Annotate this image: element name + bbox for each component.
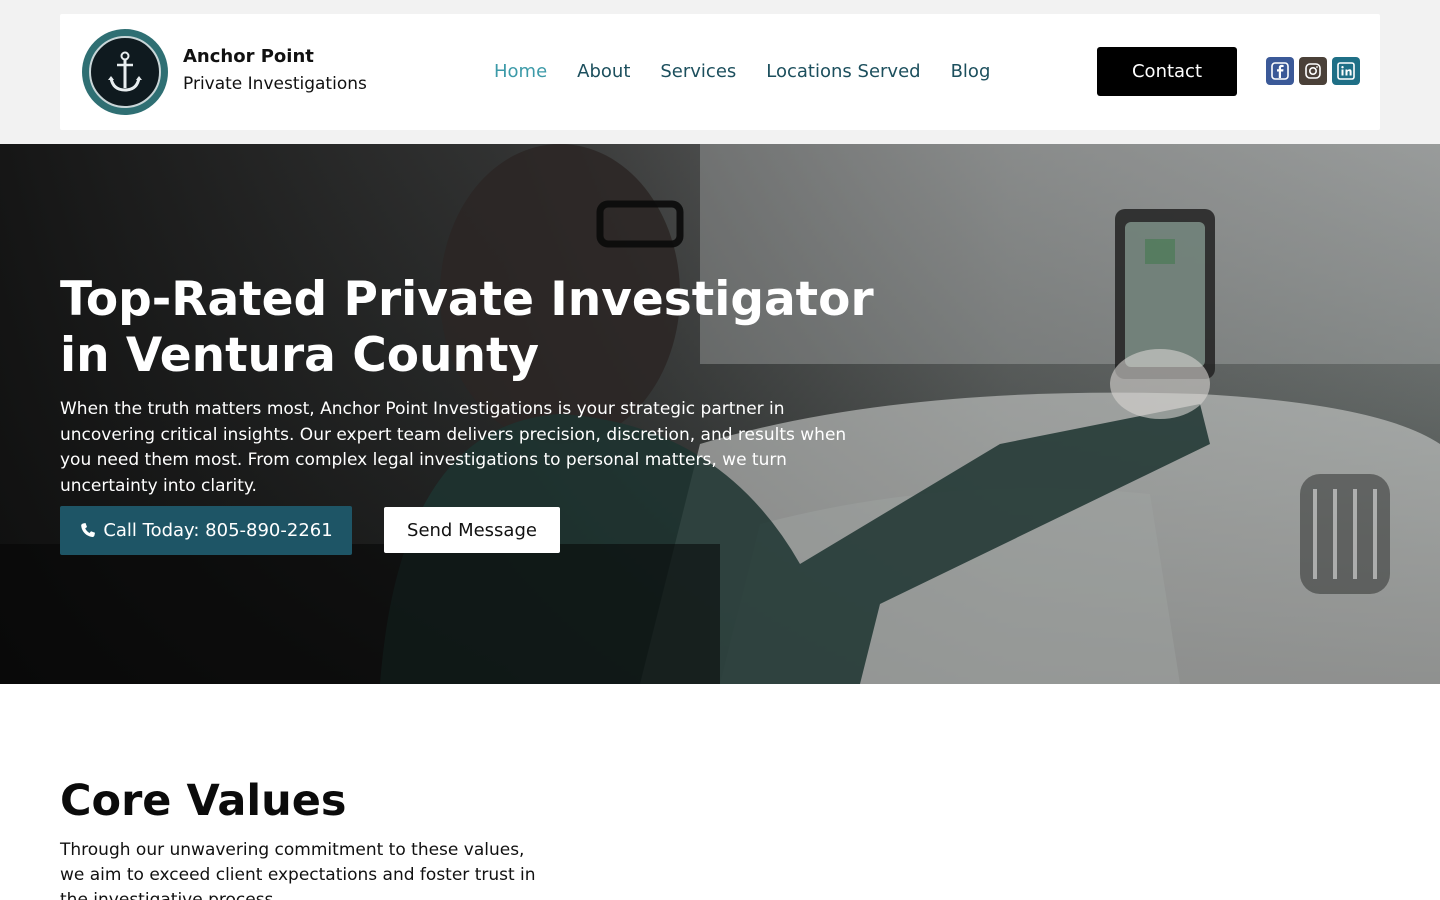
site-header: Anchor Point Private Investigations Home…: [60, 14, 1380, 130]
nav-services[interactable]: Services: [660, 61, 736, 82]
call-today-button[interactable]: Call Today: 805-890-2261: [60, 506, 352, 555]
phone-icon: [81, 522, 96, 537]
core-values-section: Core Values Through our unwavering commi…: [0, 684, 1440, 900]
send-message-button[interactable]: Send Message: [384, 507, 560, 553]
hero-section: Top-Rated Private Investigator in Ventur…: [0, 144, 1440, 684]
linkedin-icon[interactable]: [1332, 57, 1360, 85]
hero-title: Top-Rated Private Investigator in Ventur…: [60, 272, 874, 383]
brand-subtitle[interactable]: Private Investigations: [183, 74, 367, 94]
instagram-icon[interactable]: [1299, 57, 1327, 85]
call-today-label: Call Today: 805-890-2261: [103, 520, 333, 541]
brand-name[interactable]: Anchor Point: [183, 46, 314, 67]
nav-blog[interactable]: Blog: [951, 61, 991, 82]
anchor-icon: [89, 36, 161, 108]
social-links: [1266, 57, 1360, 85]
hero-description: When the truth matters most, Anchor Poin…: [60, 399, 847, 496]
core-values-description: Through our unwavering commitment to the…: [60, 840, 536, 900]
nav-locations-served[interactable]: Locations Served: [766, 61, 920, 82]
logo[interactable]: [82, 29, 168, 115]
contact-button[interactable]: Contact: [1097, 47, 1237, 96]
facebook-icon[interactable]: [1266, 57, 1294, 85]
nav-about[interactable]: About: [577, 61, 630, 82]
main-nav: Home About Services Locations Served Blo…: [494, 61, 990, 82]
core-values-title: Core Values: [60, 776, 347, 826]
nav-home[interactable]: Home: [494, 61, 547, 82]
